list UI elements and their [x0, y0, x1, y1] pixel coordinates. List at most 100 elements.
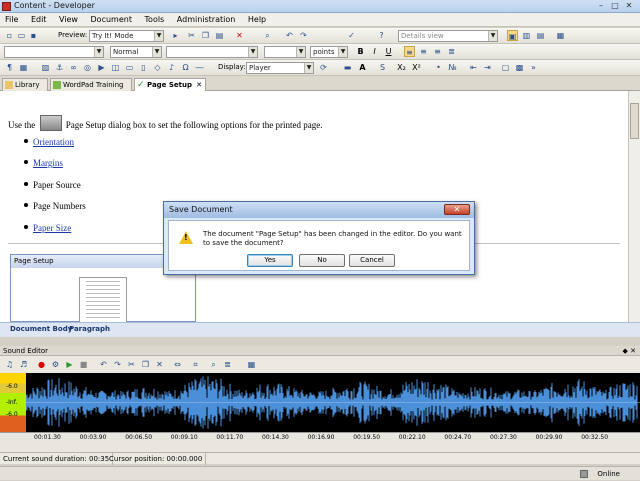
bold-button[interactable]: B [355, 46, 366, 57]
maximize-button[interactable]: □ [608, 1, 622, 11]
select-all-icon[interactable]: ⇔ [172, 359, 183, 370]
copy-sound-icon[interactable]: ❐ [140, 359, 151, 370]
redo-icon[interactable]: ↷ [298, 30, 309, 41]
bulleted-list-icon[interactable]: • [433, 62, 444, 73]
close-tab-icon[interactable]: ✕ [196, 79, 202, 91]
link-icon[interactable]: ∞ [68, 62, 79, 73]
redo-sound-icon[interactable]: ↷ [112, 359, 123, 370]
align-center-icon[interactable]: ≡ [418, 46, 429, 57]
undo-sound-icon[interactable]: ↶ [98, 359, 109, 370]
effects-icon[interactable]: ≣ [222, 359, 233, 370]
panel-pin-close-icon[interactable]: ◆ ✕ [623, 346, 636, 356]
copy-icon[interactable]: ❐ [200, 30, 211, 41]
numbered-list-icon[interactable]: № [447, 62, 458, 73]
shading-icon[interactable]: ▩ [514, 62, 525, 73]
field-icon[interactable]: ▭ [124, 62, 135, 73]
vertical-scrollbar[interactable] [628, 91, 640, 322]
align-right-icon[interactable]: ≡ [432, 46, 443, 57]
record-icon[interactable]: ● [36, 359, 47, 370]
menu-administration[interactable]: Administration [172, 13, 241, 27]
waveform-view[interactable]: -6.0 -Inf. -6.0 [0, 373, 640, 432]
decrease-indent-icon[interactable]: ⇤ [468, 62, 479, 73]
close-button[interactable]: ✕ [622, 1, 636, 11]
record-from-icon[interactable]: ♫ [4, 359, 15, 370]
shape-icon[interactable]: ◇ [152, 62, 163, 73]
increase-indent-icon[interactable]: ⇥ [482, 62, 493, 73]
preview-mode-select[interactable]: Try It! Mode ▼ [89, 30, 164, 42]
dialog-close-button[interactable]: ✕ [444, 204, 470, 215]
superscript-button[interactable]: X² [411, 62, 422, 73]
preview-icon[interactable]: ▸ [170, 30, 181, 41]
line-icon[interactable]: ― [194, 62, 205, 73]
align-left-icon[interactable]: ≡ [404, 46, 415, 57]
refresh-icon[interactable]: ⟳ [318, 62, 329, 73]
help-icon[interactable]: ? [376, 30, 387, 41]
layout-split-icon[interactable]: ▥ [521, 30, 532, 41]
layout-tabs-icon[interactable]: ▤ [535, 30, 546, 41]
stop-icon[interactable]: ■ [78, 359, 89, 370]
path-document-body[interactable]: Document Body [10, 325, 72, 333]
delete-sound-icon[interactable]: ✕ [154, 359, 165, 370]
import-sound-icon[interactable]: ♬ [18, 359, 29, 370]
display-select[interactable]: Player ▼ [246, 62, 314, 74]
link-margins[interactable]: Margins [33, 158, 63, 168]
more-icon[interactable]: » [528, 62, 539, 73]
paragraph-icon[interactable]: ¶ [4, 62, 15, 73]
crop-icon[interactable]: ⌗ [190, 359, 201, 370]
mix-icon[interactable]: ⚙ [50, 359, 61, 370]
italic-button[interactable]: I [369, 46, 380, 57]
zoom-icon[interactable]: ⌕ [208, 359, 219, 370]
find-icon[interactable]: ⌕ [262, 30, 273, 41]
cut-sound-icon[interactable]: ✂ [126, 359, 137, 370]
link-paper-size[interactable]: Paper Size [33, 223, 71, 233]
tab-library[interactable]: Library [2, 78, 48, 91]
spell-check-icon[interactable]: ✓ [346, 30, 357, 41]
size-unit-select[interactable]: points ▼ [310, 46, 348, 58]
font-size-select[interactable]: ▼ [264, 46, 306, 58]
menu-tools[interactable]: Tools [140, 13, 170, 27]
underline-button[interactable]: U [383, 46, 394, 57]
new-icon[interactable]: ▫ [4, 30, 15, 41]
highlight-icon[interactable]: ▬ [342, 62, 353, 73]
menu-file[interactable]: File [0, 13, 23, 27]
yes-button[interactable]: Yes [247, 254, 293, 267]
media-icon[interactable]: ▶ [96, 62, 107, 73]
object-icon[interactable]: ◫ [110, 62, 121, 73]
symbol-icon[interactable]: Ω [180, 62, 191, 73]
open-icon[interactable]: ▭ [16, 30, 27, 41]
paragraph-style-select[interactable]: Normal ▼ [110, 46, 162, 58]
paste-icon[interactable]: ▤ [214, 30, 225, 41]
view-mode-select[interactable]: Details view ▼ [398, 30, 498, 42]
play-icon[interactable]: ▶ [64, 359, 75, 370]
save-icon[interactable]: ▪ [28, 30, 39, 41]
tab-page-setup[interactable]: ✓ Page Setup ✕ [134, 78, 206, 91]
font-name-select[interactable]: ▼ [4, 46, 104, 58]
settings-icon[interactable]: ▦ [246, 359, 257, 370]
font-family-select[interactable]: ▼ [166, 46, 258, 58]
justify-icon[interactable]: ≣ [446, 46, 457, 57]
path-paragraph[interactable]: Paragraph [69, 325, 110, 333]
hotspot-icon[interactable]: ◎ [82, 62, 93, 73]
anchor-icon[interactable]: ⚓ [54, 62, 65, 73]
properties-icon[interactable]: ▦ [555, 30, 566, 41]
menu-edit[interactable]: Edit [26, 13, 52, 27]
menu-document[interactable]: Document [86, 13, 137, 27]
table-icon[interactable]: ▦ [18, 62, 29, 73]
undo-icon[interactable]: ↶ [284, 30, 295, 41]
menu-view[interactable]: View [54, 13, 83, 27]
subscript-button[interactable]: X₂ [396, 62, 407, 73]
menu-help[interactable]: Help [243, 13, 271, 27]
layout-single-icon[interactable]: ▣ [507, 30, 518, 41]
delete-icon[interactable]: ✕ [234, 30, 245, 41]
scrollbar-thumb[interactable] [630, 103, 639, 139]
minimize-button[interactable]: – [594, 1, 608, 11]
borders-icon[interactable]: ▢ [500, 62, 511, 73]
link-orientation[interactable]: Orientation [33, 137, 74, 147]
cancel-button[interactable]: Cancel [349, 254, 395, 267]
tab-wordpad-training[interactable]: WordPad Training [50, 78, 132, 91]
font-color-icon[interactable]: A [357, 62, 368, 73]
chart-icon[interactable]: ▯ [138, 62, 149, 73]
strikethrough-icon[interactable]: S [377, 62, 388, 73]
sound-icon[interactable]: ♪ [166, 62, 177, 73]
cut-icon[interactable]: ✂ [186, 30, 197, 41]
